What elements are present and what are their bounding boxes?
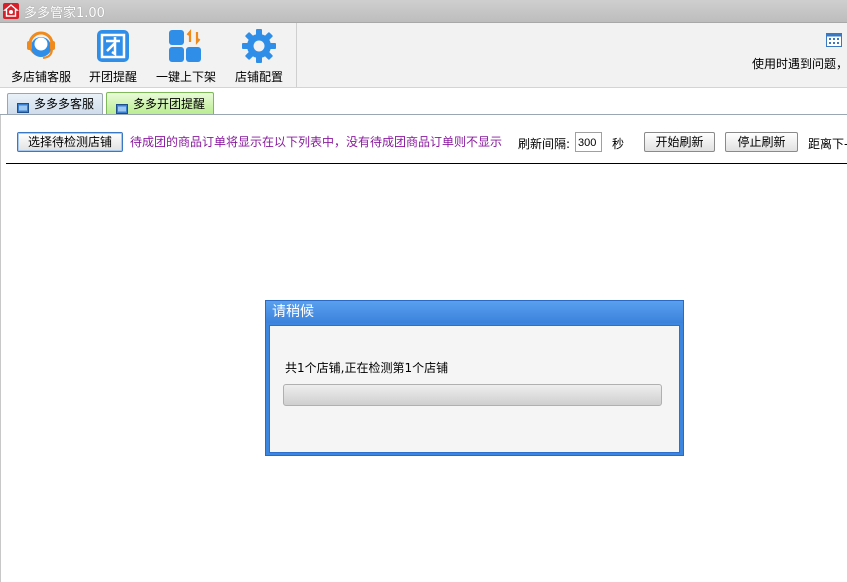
calendar-icon[interactable] (826, 33, 842, 47)
start-refresh-button[interactable]: 开始刷新 (644, 132, 715, 152)
dialog-title: 请稍候 (266, 301, 683, 323)
stop-refresh-button[interactable]: 停止刷新 (725, 132, 798, 152)
toolbar-button-multi-shop-service[interactable]: 多店铺客服 (6, 23, 76, 87)
refresh-interval-input[interactable] (575, 132, 602, 152)
toolbar-button-group-reminder[interactable]: 开团提醒 (84, 23, 142, 87)
content-divider (6, 163, 847, 164)
window-title: 多多管家1.00 (24, 6, 105, 21)
refresh-interval-label: 刷新间隔: (518, 137, 571, 151)
tab-divider (0, 114, 847, 115)
please-wait-dialog: 请稍候 共1个店铺,正在检测第1个店铺 (265, 300, 684, 456)
title-bar: 多多管家1.00 (0, 0, 847, 23)
toolbar-button-label: 开团提醒 (88, 70, 137, 84)
list-hint-text: 待成团的商品订单将显示在以下列表中，没有待成团商品订单则不显示 (130, 135, 503, 149)
dialog-body: 共1个店铺,正在检测第1个店铺 (269, 325, 680, 453)
toolbar-button-label: 店铺配置 (234, 70, 283, 84)
progress-bar (283, 384, 662, 406)
seconds-label: 秒 (612, 137, 625, 151)
toolbar-button-one-click-listing[interactable]: 一键上下架 (152, 23, 220, 87)
group-icon (94, 27, 132, 65)
window-icon (116, 99, 128, 114)
toolbar-button-label: 多店铺客服 (10, 70, 71, 84)
app-logo-icon (3, 3, 19, 19)
tab-strip: 多多多客服 多多开团提醒 (0, 88, 847, 115)
headset-icon (22, 27, 60, 65)
tab-group-reminder[interactable]: 多多开团提醒 (106, 92, 215, 115)
toolbar-divider (296, 23, 297, 87)
toolbar-button-shop-settings[interactable]: 店铺配置 (228, 23, 290, 87)
select-shop-button[interactable]: 选择待检测店铺 (17, 132, 123, 152)
toolbar: 多店铺客服 开团提醒 一键上下架 店铺配置 使用时遇到问题， (0, 23, 847, 88)
gear-icon (240, 27, 278, 65)
dialog-message: 共1个店铺,正在检测第1个店铺 (285, 361, 449, 375)
tab-label: 多多开团提醒 (133, 97, 206, 111)
next-refresh-label: 距离下- (808, 137, 847, 151)
listing-icon (167, 27, 205, 65)
panel-border (0, 115, 1, 582)
tab-multi-service[interactable]: 多多多客服 (7, 93, 104, 114)
help-link[interactable]: 使用时遇到问题， (752, 55, 847, 72)
tab-label: 多多多客服 (34, 97, 95, 111)
toolbar-button-label: 一键上下架 (155, 70, 216, 84)
window-icon (17, 99, 29, 113)
